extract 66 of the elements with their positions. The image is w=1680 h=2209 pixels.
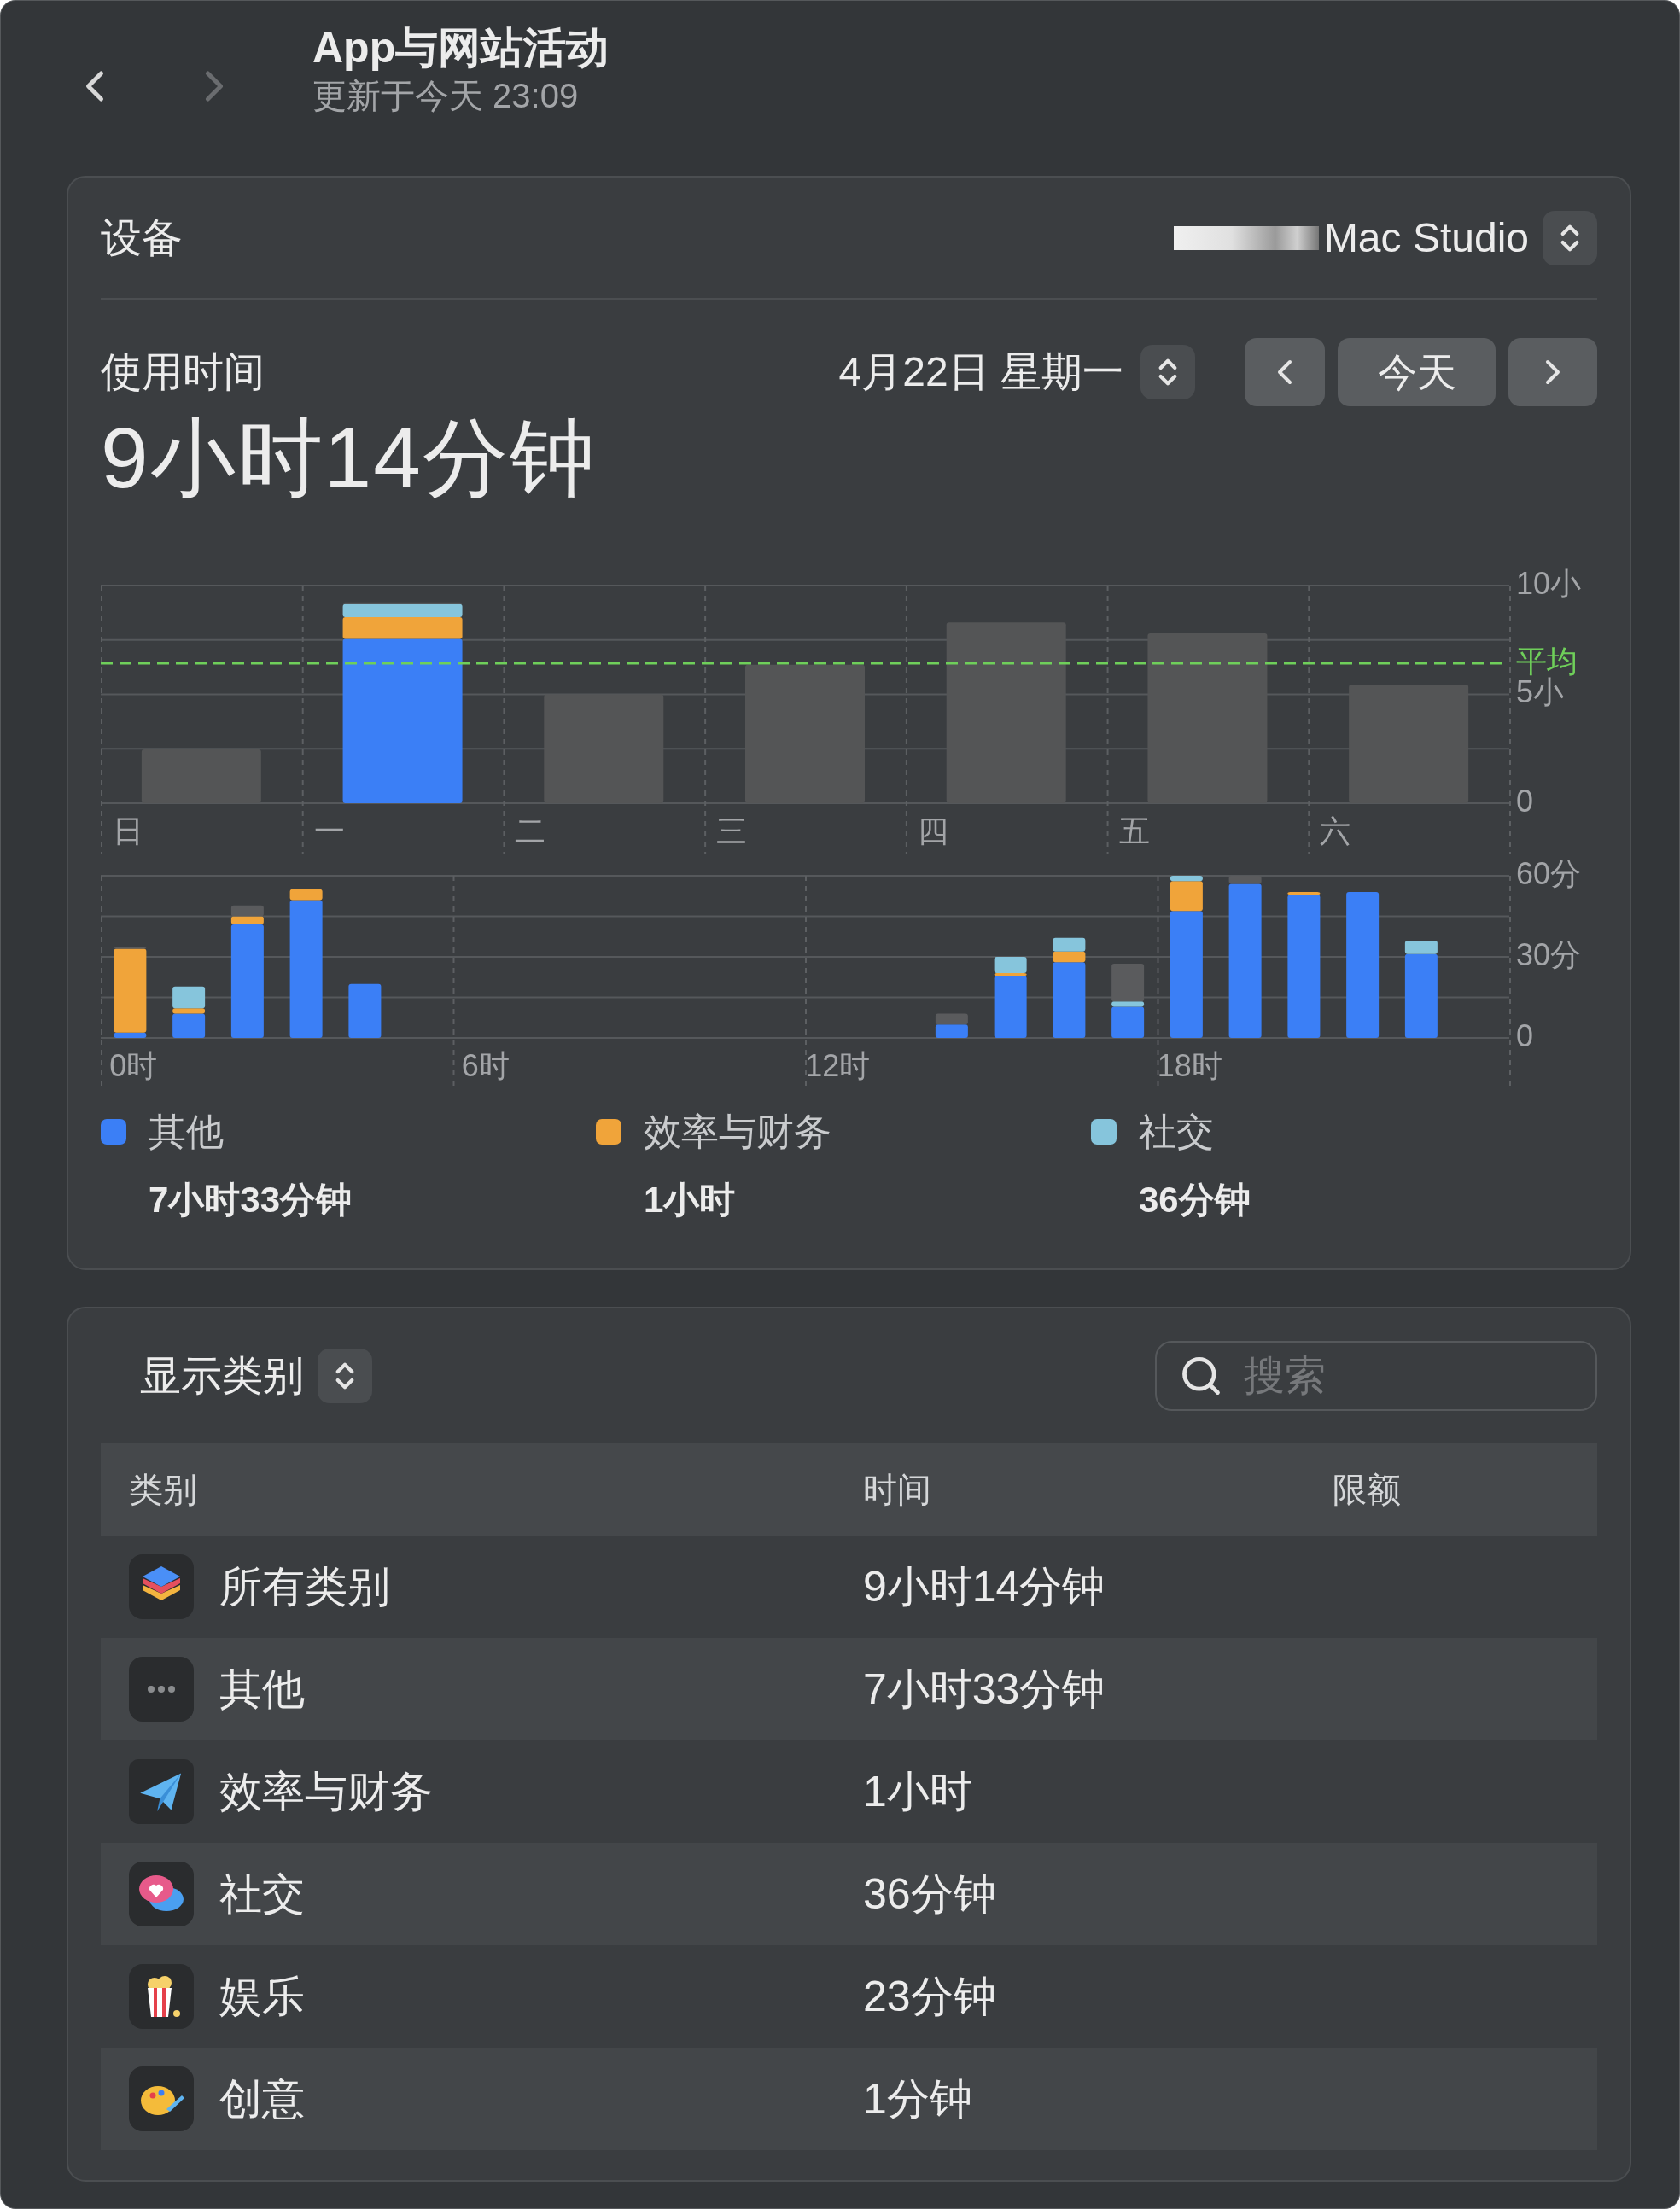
category-name: 娱乐 [219,1971,305,2022]
device-label: 设备 [101,213,183,262]
legend-label: 其他 [149,1110,224,1154]
date-stepper[interactable] [1140,345,1195,399]
legend-value: 1小时 [644,1179,737,1221]
category-time: 23分钟 [863,1971,997,2022]
category-name: 创意 [219,2073,305,2124]
axis-label: 0 [1516,1017,1534,1053]
updated-time: 更新于今天 23:09 [312,76,580,116]
search-field[interactable]: 搜索 [1155,1341,1597,1411]
axis-label: 10小 [1516,565,1582,601]
category-time: 7小时33分钟 [863,1664,1106,1715]
axis-label: 一 [313,813,345,848]
category-time: 9小时14分钟 [863,1561,1106,1612]
date-label: 4月22日 星期一 [838,348,1123,396]
category-time: 1小时 [863,1766,973,1817]
category-row[interactable]: 创意 1分钟 [101,2048,1597,2150]
column-header: 类别 [129,1470,198,1510]
today-button[interactable]: 今天 [1338,338,1496,406]
category-name: 所有类别 [219,1561,390,1612]
category-name: 社交 [219,1868,305,1920]
layers-icon [129,1554,194,1619]
axis-label: 三 [716,813,748,848]
filter-label: 显示类别 [140,1352,304,1400]
axis-label: 0 [1516,783,1534,819]
axis-label: 5小 [1516,674,1565,709]
window-title: App与网站活动 [312,23,610,73]
axis-label: 日 [113,813,143,848]
search-input[interactable]: 搜索 [1244,1345,1568,1407]
category-row[interactable]: 社交 36分钟 [101,1843,1597,1945]
axis-label: 18时 [1157,1048,1222,1083]
category-name: 效率与财务 [219,1766,433,1817]
axis-label: 五 [1118,813,1150,848]
axis-label: 六 [1320,813,1351,848]
axis-label: 60分 [1516,855,1582,891]
legend-value: 36分钟 [1139,1179,1251,1221]
column-header: 时间 [863,1470,932,1510]
legend-label: 社交 [1139,1110,1214,1154]
axis-label: 30分 [1516,936,1582,972]
device-name: Mac Studio [1323,213,1529,262]
usage-label: 使用时间 [101,348,265,396]
previous-day-button[interactable] [1245,338,1325,406]
legend-label: 效率与财务 [644,1110,831,1154]
category-time: 36分钟 [863,1868,997,1920]
axis-label: 二 [515,813,546,848]
palette-icon [129,2066,194,2131]
bar-segment [348,983,382,1038]
legend-value: 7小时33分钟 [149,1179,353,1221]
chat-bubbles-icon [129,1862,194,1926]
axis-label: 四 [917,813,948,848]
column-header: 限额 [1333,1470,1402,1510]
bar-segment [935,1024,968,1038]
category-row[interactable]: 其他 7小时33分钟 [101,1638,1597,1740]
axis-label: 12时 [805,1048,871,1083]
popcorn-icon [129,1964,194,2029]
category-name: 其他 [219,1664,305,1715]
next-day-button[interactable] [1508,338,1597,406]
axis-label: 6时 [461,1048,510,1083]
category-time: 1分钟 [863,2073,973,2124]
dots-icon [129,1657,194,1722]
axis-label: 0时 [109,1048,158,1083]
bar-segment [1053,937,1086,952]
device-stepper[interactable] [1543,210,1597,265]
usage-total: 9小时14分钟 [101,409,597,507]
filter-stepper[interactable] [318,1349,372,1403]
bar-segment [935,1013,968,1025]
